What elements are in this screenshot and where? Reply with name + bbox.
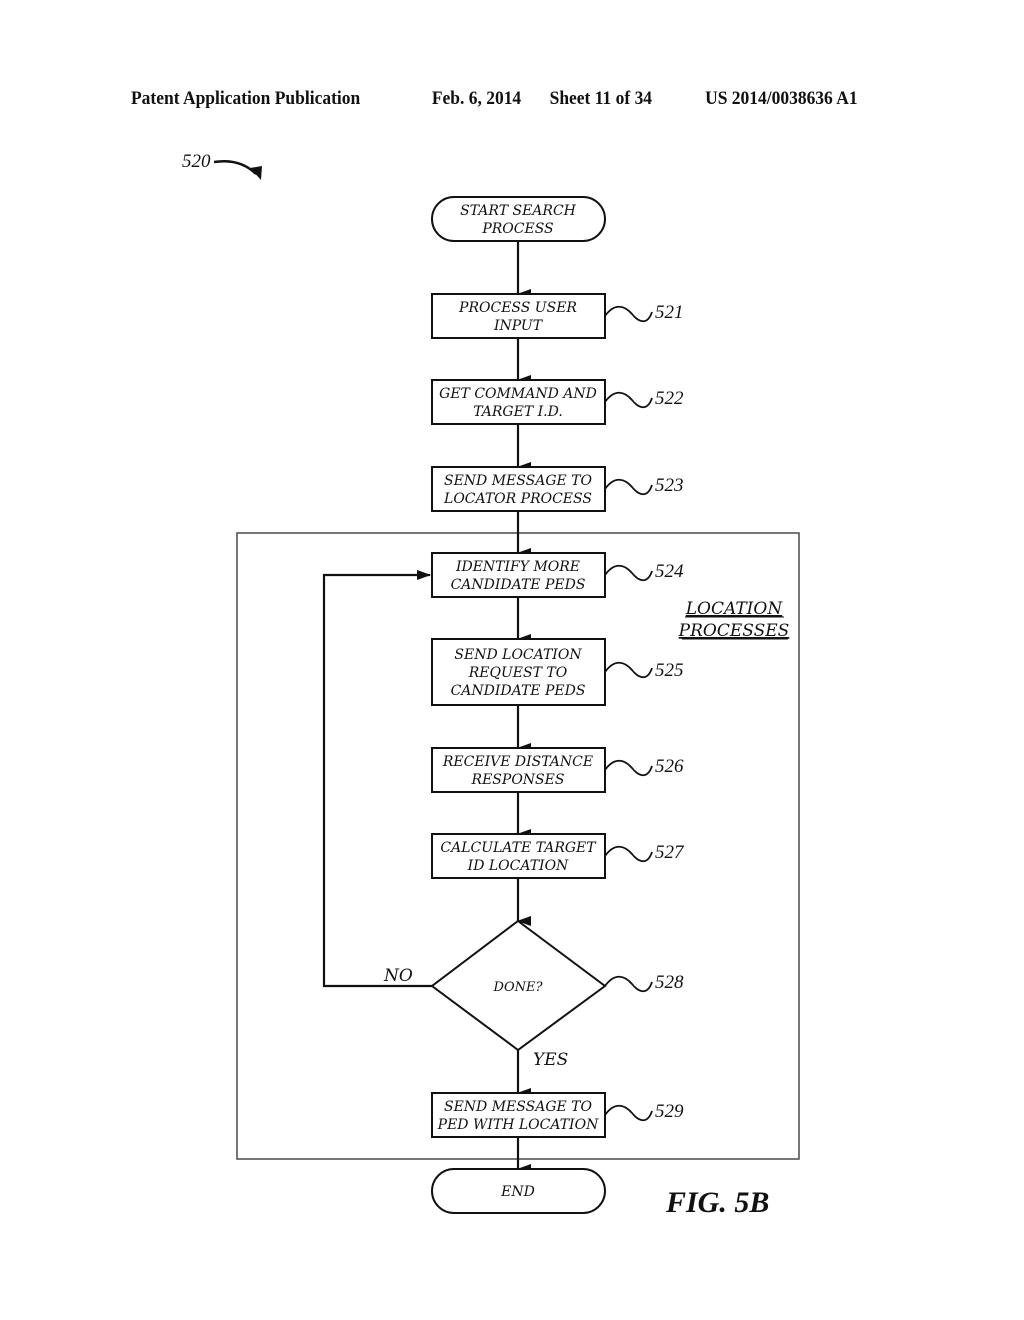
node-524-line-1: IDENTIFY MORE	[455, 559, 580, 575]
node-525: SEND LOCATION REQUEST TO CANDIDATE PEDS	[431, 638, 606, 706]
figure-ref-arrow	[213, 160, 257, 175]
node-529-line-2: PED WITH LOCATION	[437, 1117, 599, 1133]
leader-521	[604, 305, 653, 323]
figure-title: FIG. 5B	[665, 1186, 769, 1219]
node-522: GET COMMAND AND TARGET I.D.	[431, 379, 606, 425]
node-526-line-1: RECEIVE DISTANCE	[442, 754, 593, 770]
leader-525	[604, 661, 653, 679]
node-end: END	[431, 1168, 606, 1214]
node-528-line-1: DONE?	[493, 980, 544, 995]
node-start: START SEARCH PROCESS	[431, 196, 606, 242]
node-526-line-2: RESPONSES	[471, 772, 565, 788]
node-start-line-2: PROCESS	[481, 221, 553, 237]
leader-522	[604, 391, 653, 409]
leader-526	[604, 759, 653, 777]
node-521-line-1: PROCESS USER	[458, 300, 577, 316]
group-label-line-1: LOCATION	[685, 599, 784, 619]
ref-524: 524	[655, 561, 684, 582]
ref-527: 527	[655, 842, 685, 863]
no-label: NO	[383, 966, 413, 986]
edge-528-524-no	[322, 570, 432, 988]
node-525-line-2: REQUEST TO	[468, 665, 568, 681]
ref-526: 526	[655, 756, 684, 777]
node-523: SEND MESSAGE TO LOCATOR PROCESS	[431, 466, 606, 512]
node-527: CALCULATE TARGET ID LOCATION	[431, 833, 606, 879]
reference-leaders	[604, 305, 653, 1122]
node-521: PROCESS USER INPUT	[431, 293, 606, 339]
node-523-line-2: LOCATOR PROCESS	[443, 491, 592, 507]
ref-528: 528	[655, 972, 684, 993]
node-525-line-1: SEND LOCATION	[454, 647, 582, 663]
figure-reference: 520	[182, 151, 262, 180]
node-522-line-1: GET COMMAND AND	[439, 386, 597, 402]
leader-528	[604, 975, 653, 993]
node-521-line-2: INPUT	[493, 318, 544, 334]
node-522-line-2: TARGET I.D.	[473, 404, 563, 420]
ref-522: 522	[655, 388, 684, 409]
node-524-line-2: CANDIDATE PEDS	[451, 577, 586, 593]
node-527-line-1: CALCULATE TARGET	[440, 840, 597, 856]
ref-525: 525	[655, 660, 684, 681]
node-523-line-1: SEND MESSAGE TO	[444, 473, 593, 489]
node-526: RECEIVE DISTANCE RESPONSES	[431, 747, 606, 793]
leader-529	[604, 1104, 653, 1122]
flowchart: 520 LOCATION PROCESSES NO YES START SEAR…	[182, 151, 800, 1219]
node-528-decision: DONE?	[430, 919, 607, 1052]
node-525-line-3: CANDIDATE PEDS	[451, 683, 586, 699]
node-end-line-1: END	[500, 1184, 535, 1200]
figure-ref-number: 520	[182, 151, 211, 172]
node-527-line-2: ID LOCATION	[467, 858, 569, 874]
leader-527	[604, 845, 653, 863]
node-start-line-1: START SEARCH	[460, 203, 577, 219]
group-label: LOCATION PROCESSES	[678, 599, 790, 641]
leader-524	[604, 564, 653, 582]
figure-ref-arrowhead	[250, 166, 262, 180]
node-529-line-1: SEND MESSAGE TO	[444, 1099, 593, 1115]
ref-523: 523	[655, 475, 684, 496]
node-524: IDENTIFY MORE CANDIDATE PEDS	[431, 552, 606, 598]
ref-529: 529	[655, 1101, 684, 1122]
group-label-line-2: PROCESSES	[678, 621, 790, 641]
node-529: SEND MESSAGE TO PED WITH LOCATION	[431, 1092, 606, 1138]
leader-523	[604, 478, 653, 496]
yes-label: YES	[533, 1050, 568, 1070]
ref-521: 521	[655, 302, 684, 323]
